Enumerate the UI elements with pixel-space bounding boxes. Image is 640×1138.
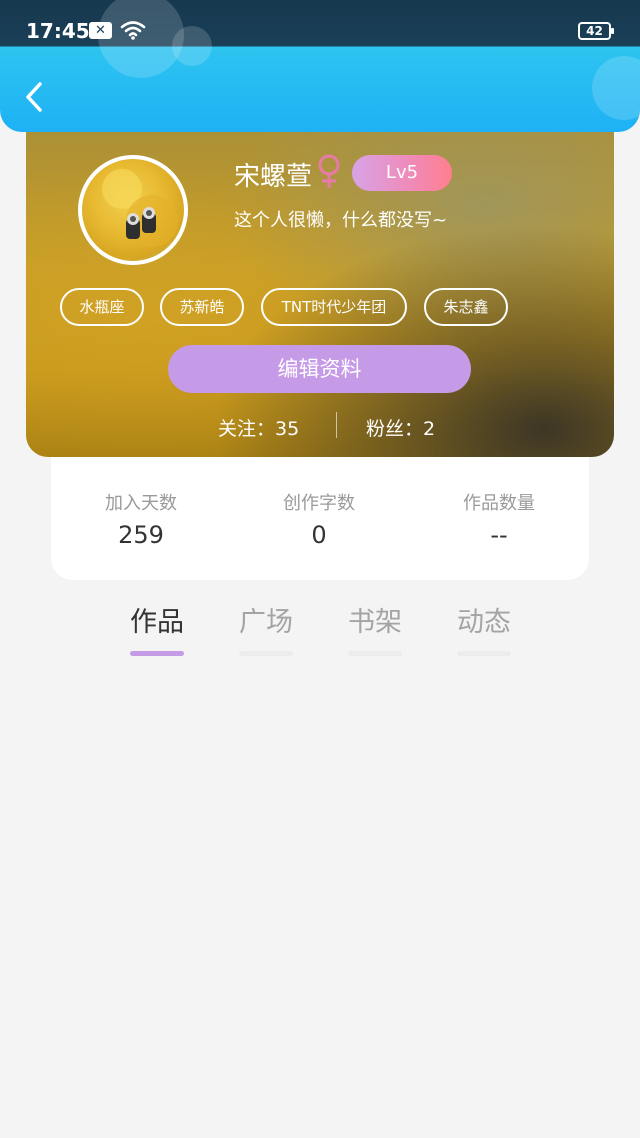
tab-label: 动态 [457, 607, 511, 638]
back-button[interactable] [20, 80, 50, 114]
stat-label: 创作字数 [283, 493, 355, 514]
tab-indicator [130, 651, 184, 656]
decorative-bubble [172, 26, 212, 66]
stats-card: 加入天数 259 创作字数 0 作品数量 -- [51, 445, 589, 580]
user-name: 宋螺萱 [234, 162, 313, 192]
tag-item[interactable]: 朱志鑫 [424, 288, 508, 326]
tab-activity[interactable]: 动态 [444, 600, 524, 656]
level-badge: Lv5 [352, 155, 452, 191]
close-box-icon: ✕ [89, 22, 112, 39]
stat-join-days: 加入天数 259 [51, 489, 231, 549]
tab-label: 作品 [130, 607, 184, 638]
tab-indicator [239, 651, 293, 656]
status-time: 17:45 [26, 19, 90, 43]
stat-word-count: 创作字数 0 [229, 489, 409, 549]
edit-profile-button[interactable]: 编辑资料 [168, 345, 471, 393]
divider [336, 412, 337, 438]
tab-bookshelf[interactable]: 书架 [335, 600, 415, 656]
decorative-bubble [592, 56, 640, 120]
header-bar: 17:45 ✕ 42 [0, 0, 640, 132]
tab-works[interactable]: 作品 [117, 600, 197, 656]
fans-count[interactable]: 粉丝：2 [366, 414, 435, 441]
tag-item[interactable]: 苏新皓 [160, 288, 244, 326]
stat-works-count: 作品数量 -- [409, 489, 589, 549]
stat-label: 加入天数 [105, 493, 177, 514]
battery-indicator: 42 [578, 22, 614, 40]
tag-item[interactable]: TNT时代少年团 [261, 288, 407, 326]
tab-square[interactable]: 广场 [226, 600, 306, 656]
stat-value: 0 [311, 521, 327, 549]
tag-item[interactable]: 水瓶座 [60, 288, 144, 326]
tab-label: 广场 [239, 607, 293, 638]
user-bio: 这个人很懒，什么都没写~ [234, 210, 448, 231]
duck-binoculars-image [102, 169, 178, 247]
tab-indicator [457, 651, 511, 656]
profile-card: 宋螺萱 Lv5 这个人很懒，什么都没写~ 水瓶座 苏新皓 TNT时代少年团 朱志… [26, 110, 614, 457]
profile-page: 17:45 ✕ 42 宋螺萱 Lv5 这个人很懒，什么都没写~ 水瓶座 苏新皓 … [0, 0, 640, 1138]
female-icon [318, 154, 340, 188]
following-count[interactable]: 关注：35 [218, 414, 299, 441]
avatar[interactable] [78, 155, 188, 265]
tab-label: 书架 [348, 607, 402, 638]
wifi-icon [120, 21, 146, 40]
tab-indicator [348, 651, 402, 656]
stat-value: -- [490, 521, 508, 549]
chevron-left-icon [26, 82, 42, 112]
stat-value: 259 [118, 521, 164, 549]
stat-label: 作品数量 [463, 493, 535, 514]
